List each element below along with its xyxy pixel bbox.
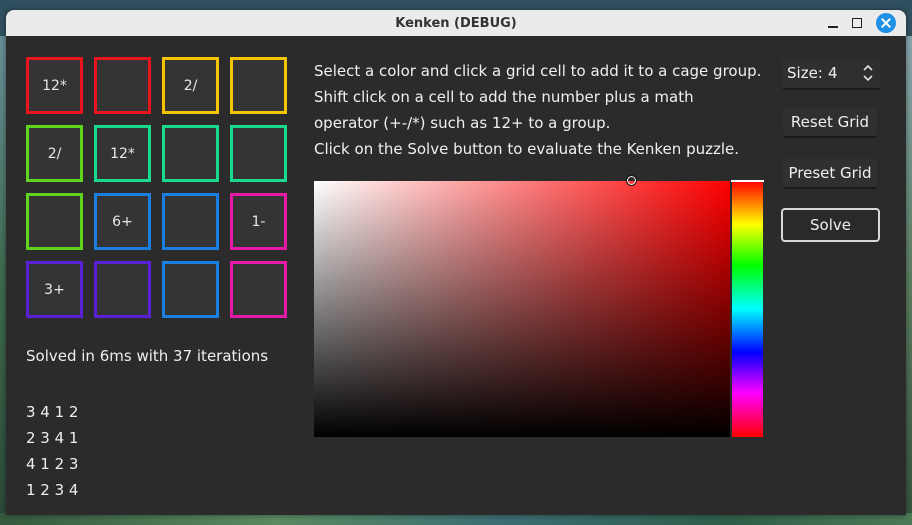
title-bar[interactable]: Kenken (DEBUG) [6, 10, 906, 37]
solution-output: 3 4 1 2 2 3 4 1 4 1 2 3 1 2 3 4 [26, 399, 78, 503]
grid-cell-11[interactable]: 1- [230, 193, 287, 250]
grid-cell-1[interactable] [94, 57, 151, 114]
instruction-line: Select a color and click a grid cell to … [314, 62, 762, 80]
grid-cell-13[interactable] [94, 261, 151, 318]
solution-row: 1 2 3 4 [26, 481, 79, 499]
grid-cell-0[interactable]: 12* [26, 57, 83, 114]
instruction-line: Click on the Solve button to evaluate th… [314, 140, 740, 158]
solution-row: 2 3 4 1 [26, 429, 79, 447]
grid-cell-6[interactable] [162, 125, 219, 182]
size-spinbox[interactable]: Size: 4 [782, 58, 880, 90]
solution-row: 4 1 2 3 [26, 455, 79, 473]
app-window: Kenken (DEBUG) 12* 2/ 2/ 12* 6+ 1- 3+ So… [6, 10, 906, 515]
instructions: Select a color and click a grid cell to … [314, 58, 774, 162]
color-picker-cursor[interactable] [626, 175, 637, 186]
grid-cell-14[interactable] [162, 261, 219, 318]
spin-arrows-icon[interactable] [862, 62, 874, 84]
color-picker-area[interactable] [314, 175, 730, 437]
reset-grid-button[interactable]: Reset Grid [783, 108, 877, 138]
grid-cell-3[interactable] [230, 57, 287, 114]
hue-slider[interactable] [731, 180, 764, 437]
hue-slider-handle[interactable] [731, 180, 764, 182]
solve-button[interactable]: Solve [781, 208, 880, 242]
solution-row: 3 4 1 2 [26, 403, 79, 421]
grid-cell-4[interactable]: 2/ [26, 125, 83, 182]
instruction-line: operator (+-/*) such as 12+ to a group. [314, 114, 611, 132]
minimize-icon[interactable] [824, 14, 842, 32]
kenken-grid: 12* 2/ 2/ 12* 6+ 1- 3+ [26, 57, 296, 327]
window-title: Kenken (DEBUG) [395, 16, 517, 31]
close-icon[interactable] [876, 13, 896, 33]
grid-cell-7[interactable] [230, 125, 287, 182]
solve-status: Solved in 6ms with 37 iterations [26, 347, 269, 365]
size-value[interactable]: 4 [828, 64, 838, 82]
grid-cell-12[interactable]: 3+ [26, 261, 83, 318]
grid-cell-9[interactable]: 6+ [94, 193, 151, 250]
maximize-icon[interactable] [848, 14, 866, 32]
grid-cell-10[interactable] [162, 193, 219, 250]
grid-cell-2[interactable]: 2/ [162, 57, 219, 114]
size-label: Size: [787, 64, 823, 82]
grid-cell-5[interactable]: 12* [94, 125, 151, 182]
desktop-background-right [905, 36, 912, 516]
grid-cell-8[interactable] [26, 193, 83, 250]
preset-grid-button[interactable]: Preset Grid [783, 159, 877, 189]
main-content: 12* 2/ 2/ 12* 6+ 1- 3+ Solved in 6ms wit… [6, 36, 906, 515]
grid-cell-15[interactable] [230, 261, 287, 318]
instruction-line: Shift click on a cell to add the number … [314, 88, 694, 106]
